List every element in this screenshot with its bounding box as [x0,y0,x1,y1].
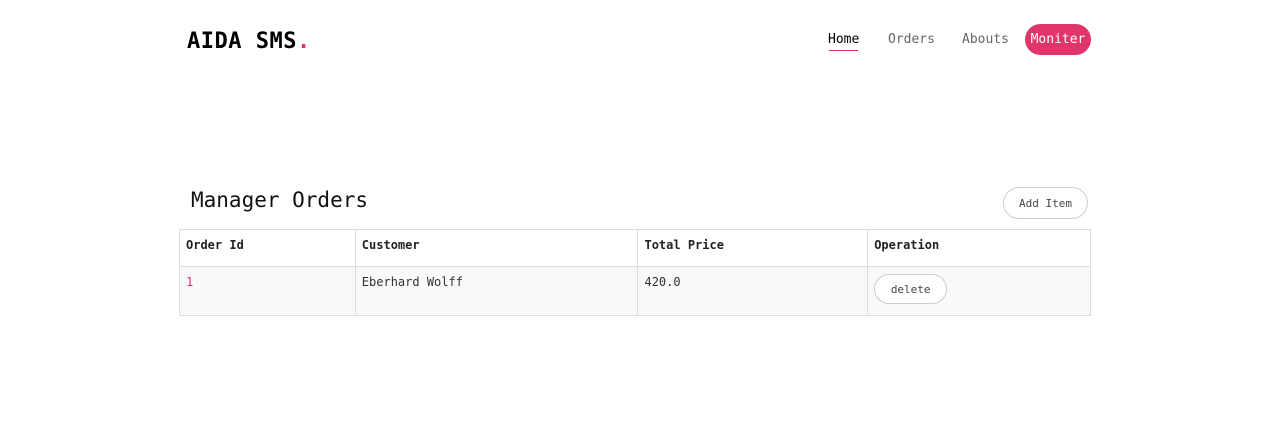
header-customer: Customer [354,229,639,267]
delete-button[interactable]: delete [874,274,948,304]
moniter-button[interactable]: Moniter [1025,24,1091,55]
nav-orders[interactable]: Orders [888,32,935,47]
table-header-row: Order Id Customer Total Price Operation [179,229,1091,267]
customer-cell: Eberhard Wolff [354,266,639,316]
header-operation: Operation [867,229,1091,267]
nav-abouts[interactable]: Abouts [962,32,1009,47]
table-row: 1 Eberhard Wolff 420.0 delete [179,266,1091,316]
total-price-cell: 420.0 [637,266,869,316]
header-total-price: Total Price [637,229,869,267]
orders-table: Order Id Customer Total Price Operation … [179,229,1091,316]
header-order-id: Order Id [179,229,356,267]
nav-home[interactable]: Home [828,32,859,51]
order-id-link[interactable]: 1 [179,266,356,316]
top-nav: Home Orders Abouts Moniter [0,24,1270,55]
page-title: Manager Orders [191,188,369,212]
add-item-button[interactable]: Add Item [1003,187,1088,219]
operation-cell: delete [867,266,1091,316]
